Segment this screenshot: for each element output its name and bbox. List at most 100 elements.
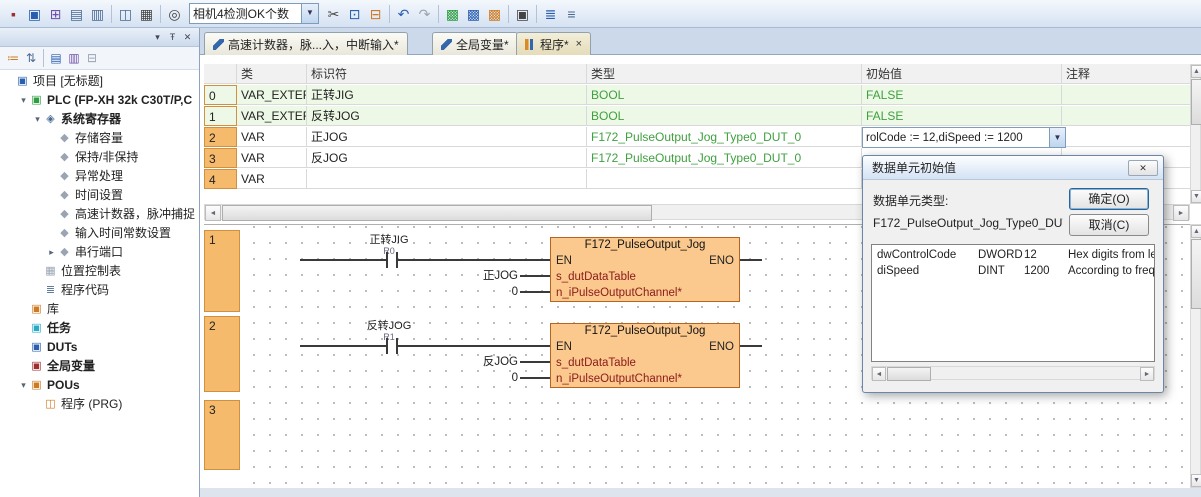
scrollbar-thumb[interactable] [222, 205, 652, 221]
find-icon[interactable]: ◎ [164, 4, 185, 24]
tree-item-hsc-pulse[interactable]: ◆ 高速计数器，脉冲捕捉 [0, 205, 199, 224]
var-id-cell[interactable] [307, 169, 587, 189]
panel-menu-icon[interactable]: ▾ [150, 32, 165, 43]
col-header-init[interactable]: 初始值 [862, 64, 1062, 84]
tree-item-serial-port[interactable]: ▸ ◆ 串行端口 [0, 243, 199, 262]
tree-item-tasks[interactable]: ▣ 任务 [0, 319, 199, 338]
scroll-right-icon[interactable]: ► [1173, 205, 1189, 221]
tree-item-input-time-constant[interactable]: ◆ 输入时间常数设置 [0, 224, 199, 243]
contact[interactable] [386, 338, 398, 354]
chevron-down-icon[interactable]: ▼ [1049, 128, 1065, 147]
row-number[interactable]: 1 [204, 106, 237, 126]
close-icon[interactable]: × [576, 38, 582, 50]
tree-tools-icon[interactable]: ≔ [4, 49, 22, 67]
copy-icon[interactable]: ⊡ [344, 4, 365, 24]
tree-item-global-vars[interactable]: ▣ 全局变量 [0, 357, 199, 376]
var-class-cell[interactable]: VAR [237, 127, 307, 147]
scroll-left-icon[interactable]: ◄ [205, 205, 221, 221]
function-block[interactable]: F172_PulseOutput_Jog EN ENO s_dutDataTab… [550, 237, 740, 302]
device-monitor-icon[interactable]: ▣ [512, 4, 533, 24]
tree-item-position-control[interactable]: ▦ 位置控制表 [0, 262, 199, 281]
undo-icon[interactable]: ↶ [393, 4, 414, 24]
var-comment-cell[interactable] [1062, 127, 1190, 147]
row-number[interactable]: 0 [204, 85, 237, 105]
contact-label[interactable]: 正转JIG [334, 234, 444, 246]
tree-item-program-code[interactable]: ≣ 程序代码 [0, 281, 199, 300]
panel-close-icon[interactable]: ✕ [180, 32, 195, 43]
scroll-down-icon[interactable]: ▼ [1191, 190, 1201, 203]
var-type-cell[interactable]: BOOL [587, 85, 862, 105]
var-class-cell[interactable]: VAR_EXTER... [237, 106, 307, 126]
var-type-cell[interactable]: F172_PulseOutput_Jog_Type0_DUT_0 [587, 148, 862, 168]
scroll-up-icon[interactable]: ▲ [1191, 65, 1201, 78]
list-item[interactable]: dwControlCode DWORD 12 Hex digits from l… [872, 247, 1154, 263]
tab-global-vars[interactable]: 全局变量* [432, 32, 518, 55]
col-header-comment[interactable]: 注释 [1062, 64, 1190, 84]
row-number[interactable]: 4 [204, 169, 237, 189]
var-comment-cell[interactable] [1062, 106, 1190, 126]
var-class-cell[interactable]: VAR [237, 169, 307, 189]
tab-hsc-settings[interactable]: 高速计数器，脉...入，中断输入* [204, 32, 408, 55]
monitor-io-icon[interactable]: ▩ [484, 4, 505, 24]
tree-item-error-handling[interactable]: ◆ 异常处理 [0, 167, 199, 186]
var-init-cell[interactable]: FALSE [862, 106, 1062, 126]
project-combo[interactable]: 相机4检测OK个数 ▼ [189, 3, 319, 24]
tree-sort-icon[interactable]: ⇅ [22, 49, 40, 67]
initial-values-list[interactable]: dwControlCode DWORD 12 Hex digits from l… [871, 244, 1155, 362]
tree-item-time-settings[interactable]: ◆ 时间设置 [0, 186, 199, 205]
rung-number[interactable]: 3 [204, 400, 240, 470]
expander-icon[interactable]: ▸ [46, 243, 57, 262]
init-value-editor[interactable]: rolCode := 12,diSpeed := 1200 ▼ [862, 127, 1066, 148]
window-tile-icon[interactable]: ▥ [87, 4, 108, 24]
dialog-hscrollbar[interactable]: ◄ ► [871, 366, 1155, 380]
cut-icon[interactable]: ✂ [323, 4, 344, 24]
save-icon[interactable]: ▣ [24, 4, 45, 24]
monitor-run-icon[interactable]: ▩ [442, 4, 463, 24]
var-id-cell[interactable]: 正转JIG [307, 85, 587, 105]
export-icon[interactable]: ⊞ [45, 4, 66, 24]
window-cascade-icon[interactable]: ▤ [66, 4, 87, 24]
var-class-cell[interactable]: VAR [237, 148, 307, 168]
contact-label[interactable]: 反转JOG [334, 320, 444, 332]
dialog-close-button[interactable]: ✕ [1128, 160, 1158, 176]
var-id-cell[interactable]: 反JOG [307, 148, 587, 168]
chevron-down-icon[interactable]: ▼ [301, 4, 318, 23]
scrollbar-thumb[interactable] [1191, 79, 1201, 125]
var-type-cell[interactable] [587, 169, 862, 189]
row-number[interactable]: 2 [204, 127, 237, 147]
comment-list-icon[interactable]: ≣ [540, 4, 561, 24]
ok-button[interactable]: 确定(O) [1069, 188, 1149, 210]
function-block[interactable]: F172_PulseOutput_Jog EN ENO s_dutDataTab… [550, 323, 740, 388]
expander-icon[interactable]: ▾ [18, 91, 29, 110]
var-comment-cell[interactable] [1062, 85, 1190, 105]
tree-item-duts[interactable]: ▣ DUTs [0, 338, 199, 357]
print-preview-icon[interactable]: ◫ [115, 4, 136, 24]
scroll-down-icon[interactable]: ▼ [1191, 474, 1201, 487]
scroll-up-icon[interactable]: ▲ [1191, 225, 1201, 238]
operand-label[interactable]: 正JOG [434, 269, 518, 283]
tree-item-system-registers[interactable]: ▾ ◈ 系统寄存器 [0, 110, 199, 129]
library-book2-icon[interactable]: ▥ [65, 49, 83, 67]
row-number[interactable]: 3 [204, 148, 237, 168]
paste-icon[interactable]: ⊟ [365, 4, 386, 24]
tree-item-library[interactable]: ▣ 库 [0, 300, 199, 319]
contact[interactable] [386, 252, 398, 268]
expander-icon[interactable]: ▾ [18, 376, 29, 395]
var-class-cell[interactable]: VAR_EXTER... [237, 85, 307, 105]
tree-item-pous[interactable]: ▾ ▣ POUs [0, 376, 199, 395]
var-init-cell[interactable]: FALSE [862, 85, 1062, 105]
operand-label[interactable]: 0 [434, 371, 518, 385]
member-value[interactable]: 12 [1024, 247, 1066, 263]
tree-item-hold-nonhold[interactable]: ◆ 保持/非保持 [0, 148, 199, 167]
tree-item-memory-capacity[interactable]: ◆ 存储容量 [0, 129, 199, 148]
tree-item-project[interactable]: ▣ 项目 [无标题] [0, 72, 199, 91]
expander-icon[interactable]: ▾ [32, 110, 43, 129]
list-item[interactable]: diSpeed DINT 1200 According to freq [872, 263, 1154, 279]
scrollbar-thumb[interactable] [887, 367, 931, 381]
col-header-identifier[interactable]: 标识符 [307, 64, 587, 84]
col-header-class[interactable]: 类 [237, 64, 307, 84]
print-icon[interactable]: ▦ [136, 4, 157, 24]
var-type-cell[interactable]: BOOL [587, 106, 862, 126]
rung-number[interactable]: 1 [204, 230, 240, 312]
scroll-left-icon[interactable]: ◄ [872, 367, 886, 381]
